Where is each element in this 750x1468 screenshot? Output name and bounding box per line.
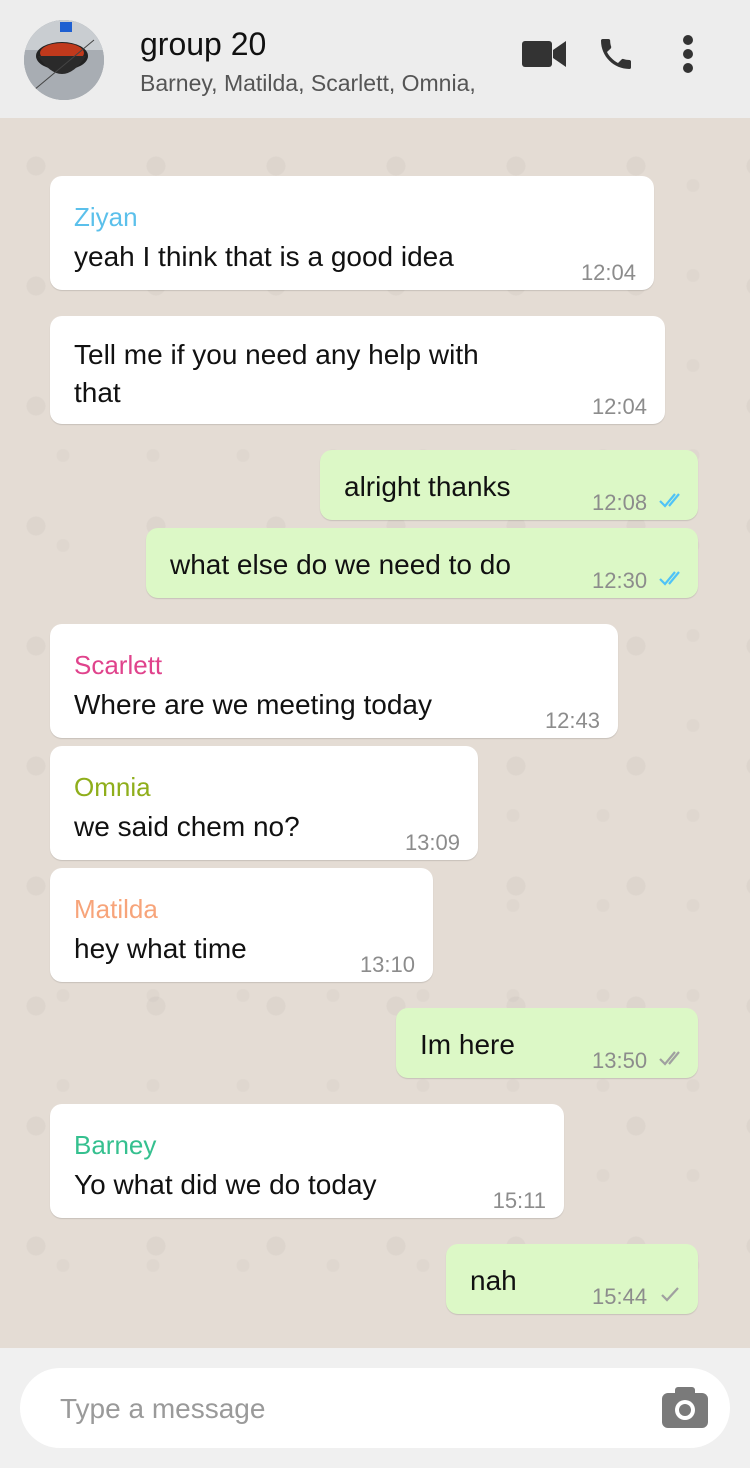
message-time: 13:10 [359,952,415,977]
message-text: yeah I think that is a good idea [74,241,454,272]
avatar-photo-icon [24,20,104,100]
sender-name: Barney [74,1130,157,1160]
message-text: alright thanks [344,471,511,502]
message-time: 12:43 [544,708,600,733]
message-time: 12:08 [592,490,648,515]
message-bubble-incoming[interactable]: Scarlett Where are we meeting today 12:4… [50,624,618,738]
message-input-container[interactable] [20,1368,730,1448]
phone-icon[interactable] [596,34,636,74]
message-bubble-incoming[interactable]: Matilda hey what time 13:10 [50,868,433,982]
read-receipt-icon [659,571,680,586]
message-time: 13:09 [404,830,460,855]
sender-name: Matilda [74,894,158,924]
composer-bar [0,1348,750,1468]
message-list[interactable]: Ziyan yeah I think that is a good idea 1… [0,118,750,1348]
more-vert-icon[interactable] [676,32,700,76]
sent-receipt-icon [661,1287,679,1302]
message-time: 12:04 [591,394,647,419]
message-text: Tell me if you need any help with that [74,339,479,408]
sender-name: Scarlett [74,650,163,680]
message-time: 12:30 [592,568,648,593]
camera-icon[interactable] [660,1384,710,1430]
message-bubble-incoming[interactable]: Tell me if you need any help with that 1… [50,316,665,424]
group-avatar[interactable] [24,20,104,100]
message-bubble-incoming[interactable]: Barney Yo what did we do today 15:11 [50,1104,564,1218]
message-bubble-outgoing[interactable]: nah 15:44 [446,1244,698,1314]
message-text: hey what time [74,933,247,964]
delivered-receipt-icon [659,1051,680,1066]
chat-header: group 20 Barney, Matilda, Scarlett, Omni… [0,0,750,118]
message-bubble-outgoing[interactable]: Im here 13:50 [396,1008,698,1078]
message-text: Where are we meeting today [74,689,432,720]
message-bubble-incoming[interactable]: Ziyan yeah I think that is a good idea 1… [50,176,654,290]
sender-name: Ziyan [74,202,138,232]
chat-title[interactable]: group 20 [140,26,266,63]
video-call-icon[interactable] [520,36,568,72]
message-text: nah [470,1265,517,1296]
message-text: Yo what did we do today [74,1169,377,1200]
message-time: 13:50 [592,1048,648,1073]
message-time: 15:44 [592,1284,648,1309]
group-members[interactable]: Barney, Matilda, Scarlett, Omnia, [140,70,476,97]
message-bubble-outgoing[interactable]: what else do we need to do 12:30 [146,528,698,598]
message-input[interactable] [58,1386,622,1432]
message-bubble-outgoing[interactable]: alright thanks 12:08 [320,450,698,520]
message-time: 15:11 [492,1188,546,1213]
message-bubble-incoming[interactable]: Omnia we said chem no? 13:09 [50,746,478,860]
message-text: Im here [420,1029,515,1060]
message-text: what else do we need to do [170,549,511,580]
sender-name: Omnia [74,772,151,802]
read-receipt-icon [659,493,680,508]
message-time: 12:04 [580,260,636,285]
message-text: we said chem no? [74,811,300,842]
